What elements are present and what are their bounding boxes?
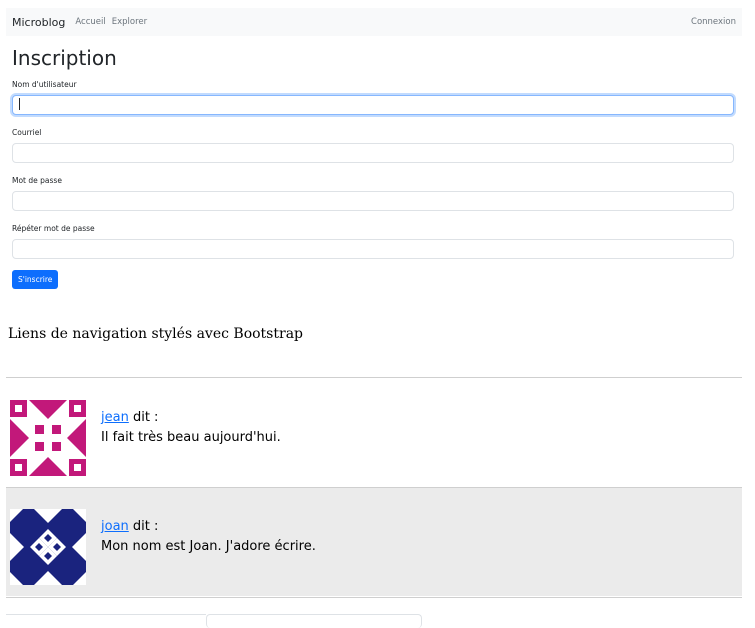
username-field[interactable] [12, 95, 734, 115]
divider [6, 597, 742, 598]
post-author-line: jean dit : [101, 410, 158, 425]
avatar-jean-icon[interactable] [10, 400, 86, 476]
post-body: Mon nom est Joan. J'adore écrire. [101, 539, 316, 554]
post-author-line: joan dit : [101, 519, 158, 534]
login-link[interactable]: Connexion [691, 17, 736, 27]
email-label: Courriel [12, 128, 42, 137]
post-item: joan dit : Mon nom est Joan. J'adore écr… [6, 488, 742, 596]
page-caption: Liens de navigation stylés avec Bootstra… [8, 326, 303, 342]
post-body: Il fait très beau aujourd'hui. [101, 430, 281, 445]
author-link[interactable]: joan [101, 519, 129, 534]
divider [6, 377, 742, 378]
top-navbar: Microblog Accueil Explorer Connexion [6, 8, 742, 36]
brand-link[interactable]: Microblog [12, 16, 65, 29]
author-link[interactable]: jean [101, 410, 129, 425]
avatar-joan-icon[interactable] [10, 509, 86, 585]
register-button[interactable]: S'inscrire [12, 270, 59, 289]
nav-link-accueil[interactable]: Accueil [75, 17, 105, 27]
password-repeat-label: Répéter mot de passe [12, 224, 95, 233]
page-title: Inscription [12, 46, 117, 70]
email-field[interactable] [12, 143, 734, 163]
password-field[interactable] [12, 191, 734, 211]
post-item: jean dit : Il fait très beau aujourd'hui… [6, 379, 742, 487]
nav-link-explorer[interactable]: Explorer [112, 17, 147, 27]
pagination-edge [6, 614, 206, 615]
password-repeat-field[interactable] [12, 239, 734, 259]
says-text: dit : [128, 410, 159, 425]
username-label: Nom d'utilisateur [12, 80, 77, 89]
text-caret [19, 98, 20, 110]
says-text: dit : [128, 519, 159, 534]
password-label: Mot de passe [12, 176, 62, 185]
